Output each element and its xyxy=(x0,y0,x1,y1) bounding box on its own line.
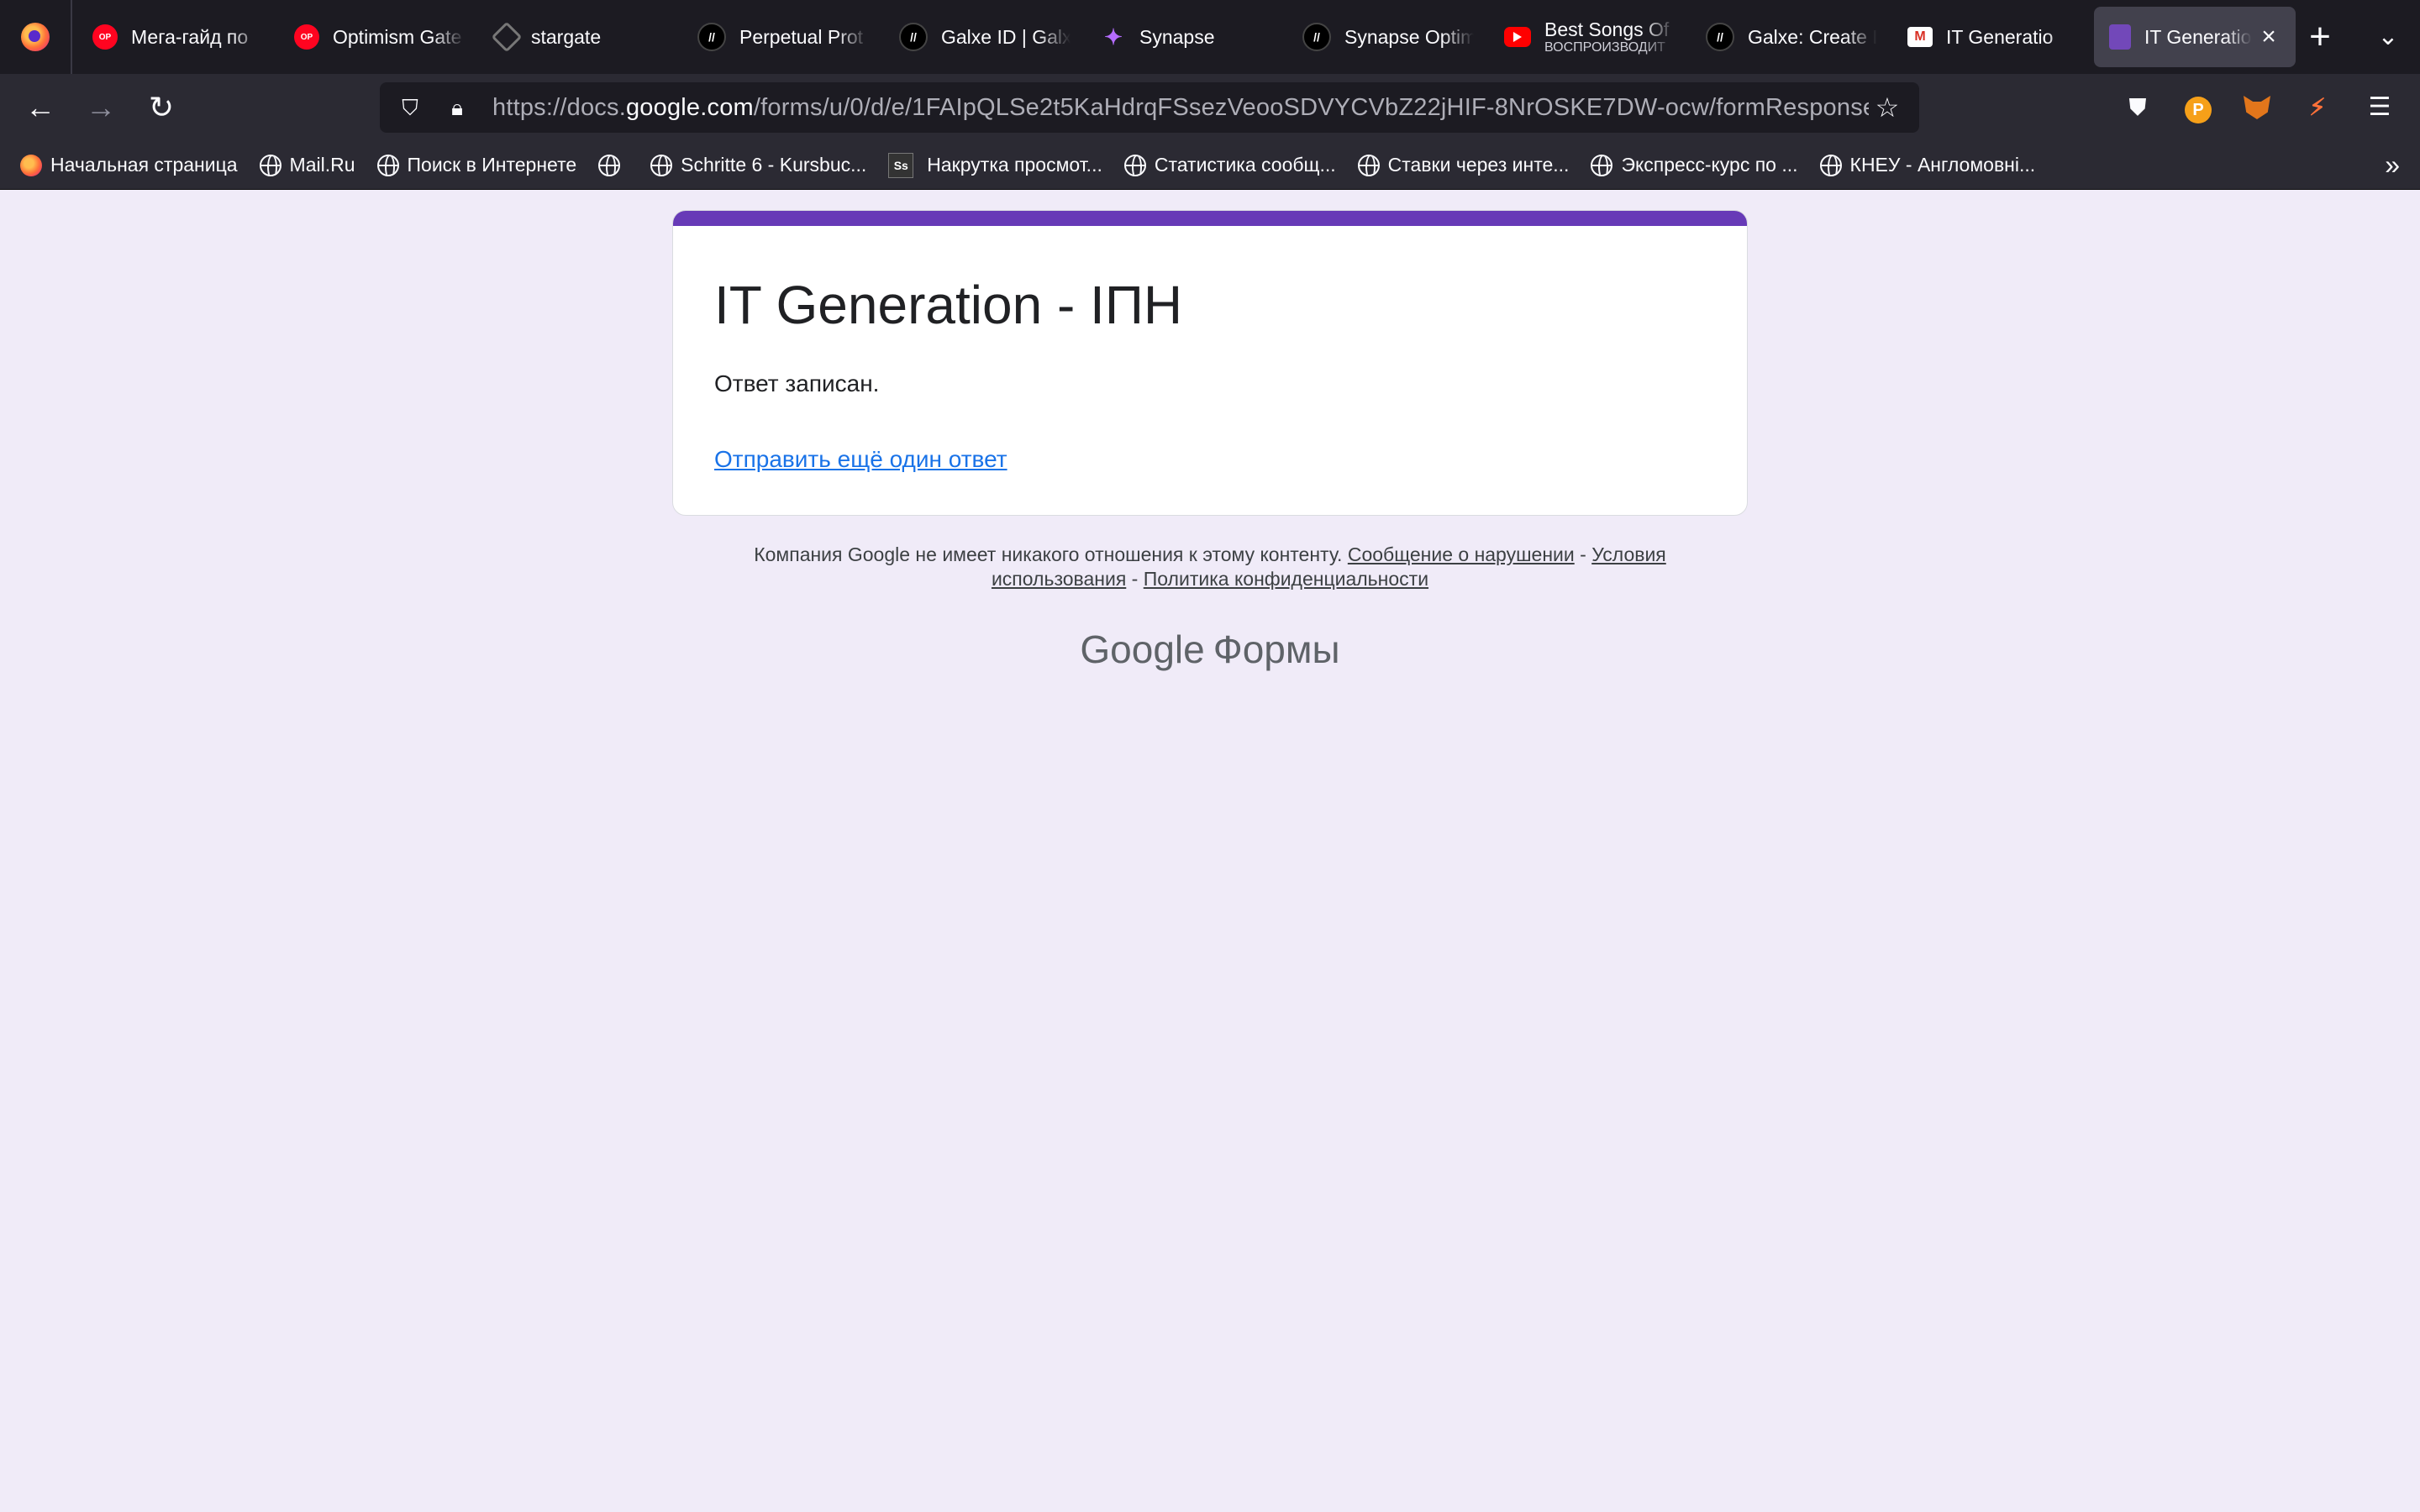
url-text[interactable]: https://docs.google.com/forms/u/0/d/e/1F… xyxy=(492,94,1869,122)
reload-icon[interactable]: ↻ xyxy=(139,86,183,129)
globe-icon xyxy=(1819,154,1842,176)
extension-coin-icon[interactable]: P xyxy=(2181,91,2215,124)
tab-bar: OP Мега-гайд по OP Optimism Gate stargat… xyxy=(0,0,2420,74)
new-tab-button[interactable]: + xyxy=(2298,15,2342,59)
footer-disclaimer: Компания Google не имеет никакого отноше… xyxy=(723,543,1697,591)
tab-youtube-best-songs[interactable]: Best Songs Of ВОСПРОИЗВОДИТ xyxy=(1489,7,1691,67)
bookmark-mailru[interactable]: Mail.Ru xyxy=(259,154,355,176)
url-prefix: https://docs. xyxy=(492,93,626,121)
optimism-icon: OP xyxy=(294,24,319,50)
bookmarks-toolbar: Начальная страница Mail.Ru Поиск в Интер… xyxy=(0,141,2420,190)
globe-icon xyxy=(1123,154,1146,176)
galxe-icon: // xyxy=(1302,23,1331,51)
globe-icon xyxy=(650,154,673,176)
navigation-toolbar: ← → ↻ ⛉ 🔒︎ https://docs.google.com/forms… xyxy=(0,74,2420,141)
hamburger-menu-icon[interactable]: ☰ xyxy=(2363,91,2396,124)
tab-gmail-it-generation[interactable]: M IT Generatio xyxy=(1892,7,2094,67)
bookmark-home-page[interactable]: Начальная страница xyxy=(20,154,238,176)
separator: - xyxy=(1574,543,1592,565)
globe-icon xyxy=(259,154,281,176)
ss-logo-icon: Ss xyxy=(888,152,914,178)
bookmark-schritte[interactable]: Schritte 6 - Kursbuc... xyxy=(650,154,866,176)
back-arrow-icon[interactable]: ← xyxy=(18,86,62,129)
globe-icon xyxy=(1357,154,1380,176)
google-forms-logo[interactable]: Google Формы xyxy=(0,627,2420,672)
bookmark-internet-search[interactable]: Поиск в Интернете xyxy=(376,154,576,176)
forms-wordmark: Формы xyxy=(1213,627,1340,671)
bookmark-express-course[interactable]: Экспресс-курс по ... xyxy=(1591,154,1798,176)
tab-perpetual-protocol[interactable]: // Perpetual Prot xyxy=(682,7,884,67)
bookmark-star-icon[interactable]: ☆ xyxy=(1869,89,1906,126)
synapse-icon: ✦ xyxy=(1104,24,1123,50)
tab-synapse[interactable]: ✦ Synapse xyxy=(1086,7,1287,67)
extension-bolt-icon[interactable]: ⚡︎ xyxy=(2301,91,2334,124)
bookmark-bets-online[interactable]: Ставки через инте... xyxy=(1357,154,1569,176)
separator: - xyxy=(1126,568,1144,590)
tab-google-forms-active[interactable]: IT Generatio × xyxy=(2094,7,2296,67)
close-tab-icon[interactable]: × xyxy=(2257,24,2281,50)
tab-strip: OP Мега-гайд по OP Optimism Gate stargat… xyxy=(72,0,2296,74)
tab-playing-status: ВОСПРОИЗВОДИТ xyxy=(1544,39,1665,55)
address-bar[interactable]: ⛉ 🔒︎ https://docs.google.com/forms/u/0/d… xyxy=(380,82,1919,133)
gmail-icon: M xyxy=(1907,27,1933,47)
lock-icon[interactable]: 🔒︎ xyxy=(440,91,474,124)
tab-galxe-create[interactable]: // Galxe: Create I xyxy=(1691,7,1892,67)
firefox-menu-icon[interactable] xyxy=(0,0,72,74)
tab-galxe-id[interactable]: // Galxe ID | Galx xyxy=(884,7,1086,67)
stargate-icon xyxy=(491,21,523,53)
tab-stargate[interactable]: stargate xyxy=(481,7,682,67)
google-forms-icon xyxy=(2109,24,2131,50)
bookmark-message-stats[interactable]: Статистика сообщ... xyxy=(1123,154,1336,176)
galxe-icon: // xyxy=(697,23,726,51)
youtube-icon xyxy=(1504,27,1531,47)
more-bookmarks-chevron-icon[interactable]: » xyxy=(2385,151,2400,178)
disclaimer-text: Компания Google не имеет никакого отноше… xyxy=(754,543,1343,565)
tracking-protection-shield-icon[interactable]: ⛉ xyxy=(393,91,427,124)
optimism-icon: OP xyxy=(92,24,118,50)
form-response-card: IT Generation - ІПН Ответ записан. Отпра… xyxy=(672,210,1748,516)
url-host: google.com xyxy=(625,93,754,121)
form-accent-bar xyxy=(673,211,1747,226)
tab-mega-guide[interactable]: OP Мега-гайд по xyxy=(77,7,279,67)
tab-title: Best Songs Of xyxy=(1544,18,1670,40)
pocket-icon[interactable]: ⛊ xyxy=(2121,91,2154,124)
galxe-icon: // xyxy=(1706,23,1734,51)
google-wordmark: Google xyxy=(1080,627,1205,671)
form-title: IT Generation - ІПН xyxy=(714,275,1183,335)
bookmark-views-boost[interactable]: Ss Накрутка просмот... xyxy=(888,152,1102,178)
privacy-policy-link[interactable]: Политика конфиденциальности xyxy=(1144,568,1428,590)
bookmark-kneu[interactable]: КНЕУ - Англомовні... xyxy=(1819,154,2035,176)
tab-synapse-optimism[interactable]: // Synapse Optim xyxy=(1287,7,1489,67)
bookmark-untitled[interactable] xyxy=(598,154,629,176)
globe-icon xyxy=(598,154,621,176)
response-recorded-message: Ответ записан. xyxy=(714,370,880,396)
galxe-icon: // xyxy=(899,23,928,51)
firefox-icon xyxy=(20,154,42,176)
globe-icon xyxy=(1591,154,1613,176)
tab-optimism-gate[interactable]: OP Optimism Gate xyxy=(279,7,481,67)
url-path: /forms/u/0/d/e/1FAIpQLSe2t5KaHdrqFSsezVe… xyxy=(753,93,1869,121)
list-all-tabs-chevron-icon[interactable]: ⌄ xyxy=(2366,15,2410,59)
submit-another-response-link[interactable]: Отправить ещё один ответ xyxy=(714,446,1007,473)
forward-arrow-icon[interactable]: → xyxy=(79,86,123,129)
globe-icon xyxy=(376,154,399,176)
metamask-fox-icon[interactable] xyxy=(2240,91,2274,124)
report-abuse-link[interactable]: Сообщение о нарушении xyxy=(1348,543,1575,565)
